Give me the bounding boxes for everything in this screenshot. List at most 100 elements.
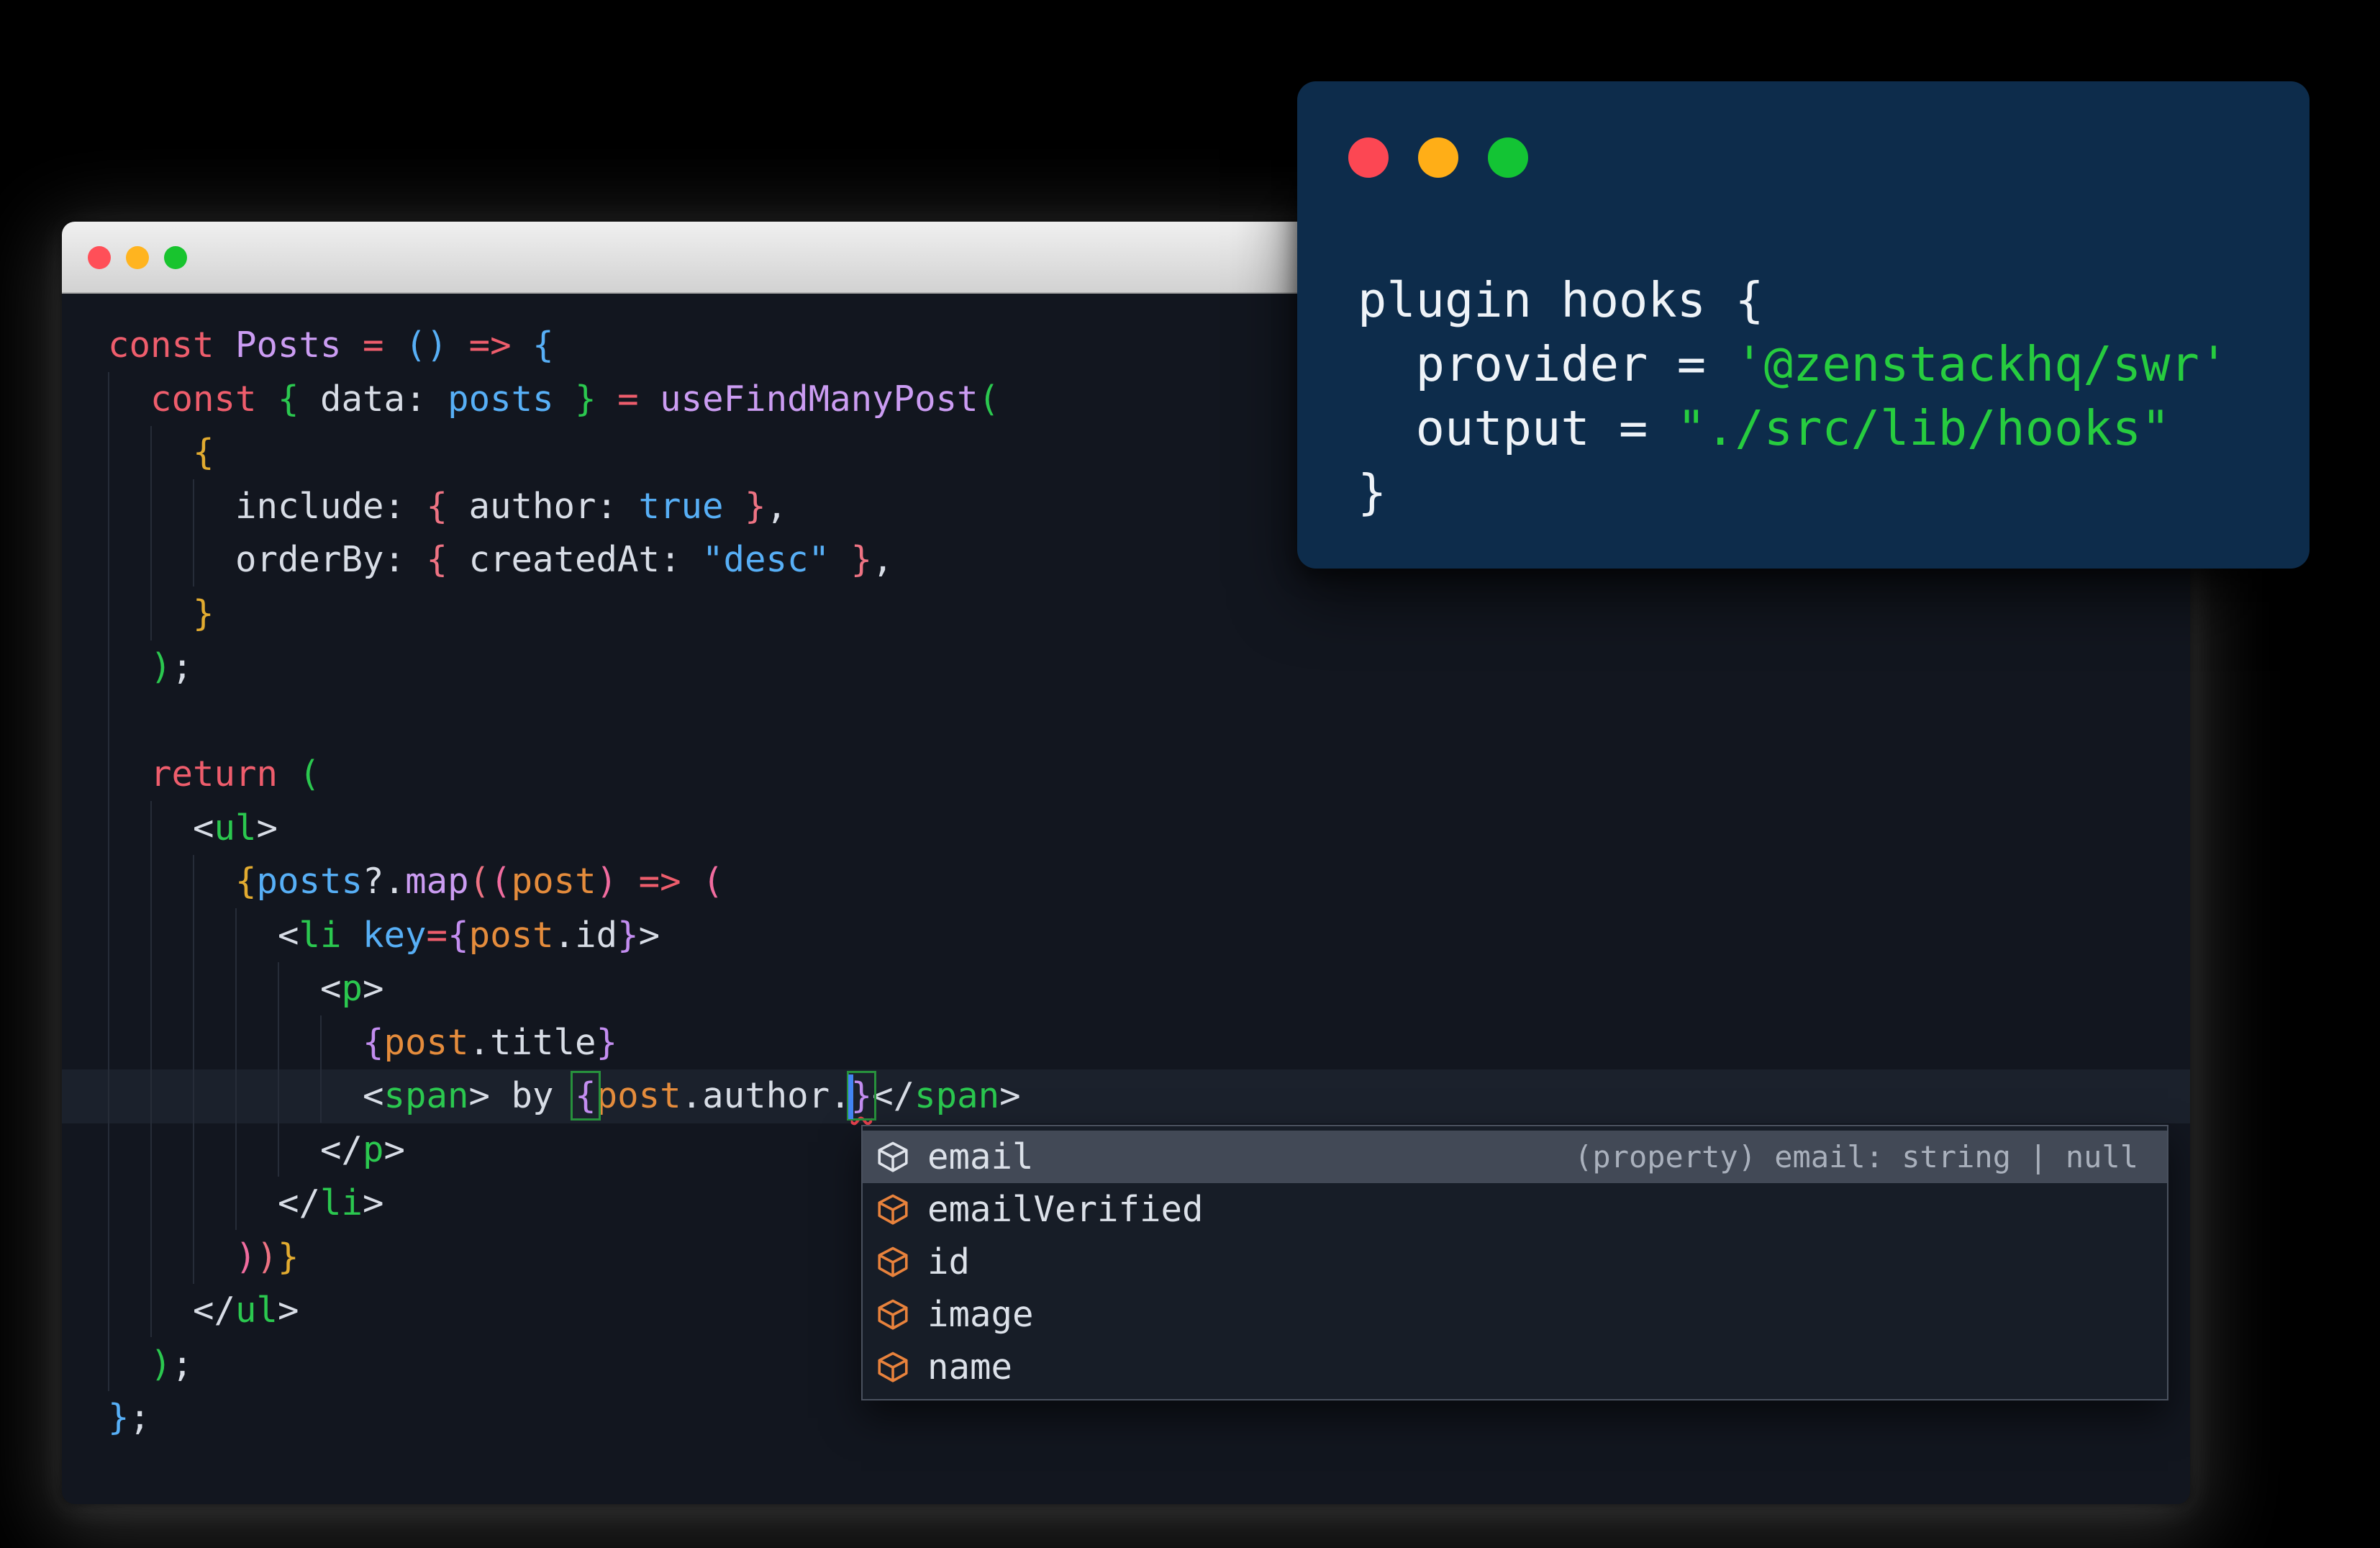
close-button-icon[interactable] xyxy=(1348,137,1389,178)
code-token: true xyxy=(638,485,724,527)
code-line: orderBy: { createdAt: "desc" }, xyxy=(108,533,1021,587)
code-line: const Posts = () => { xyxy=(108,319,1021,373)
code-token: "./src/lib/hooks" xyxy=(1676,400,2171,456)
code-token: </ xyxy=(108,1128,363,1170)
code-token: { xyxy=(426,485,469,527)
minimize-button-icon[interactable] xyxy=(126,246,149,269)
code-token: } xyxy=(1358,464,1387,520)
code-token: map xyxy=(405,861,469,902)
code-token: } xyxy=(193,592,214,634)
code-token: .title xyxy=(468,1021,596,1063)
suggestion-item-name[interactable]: name xyxy=(863,1341,2167,1393)
code-line: } xyxy=(1358,461,2228,525)
suggestion-item-emailVerified[interactable]: emailVerified xyxy=(863,1183,2167,1236)
code-line: } xyxy=(108,587,1021,641)
code-token: => xyxy=(638,861,703,902)
code-token: const xyxy=(150,378,278,420)
code-line: return ( xyxy=(108,748,1021,802)
code-line: const { data: posts } = useFindManyPost( xyxy=(108,373,1021,427)
code-token: { xyxy=(193,432,214,473)
code-line: { xyxy=(108,426,1021,480)
code-token: span xyxy=(914,1075,1000,1116)
suggestion-item-image[interactable]: image xyxy=(863,1288,2167,1341)
code-token: } xyxy=(723,485,766,527)
code-token: } xyxy=(108,1397,130,1438)
suggestion-label: email xyxy=(927,1136,1034,1177)
code-line: <ul> xyxy=(108,802,1021,856)
zoom-button-icon[interactable] xyxy=(1488,137,1528,178)
code-token: data: xyxy=(320,378,448,420)
code-token: p xyxy=(363,1128,384,1170)
suggestion-item-email[interactable]: email (property) email: string | null xyxy=(863,1131,2167,1183)
code-token: ) xyxy=(150,646,172,687)
code-token: > xyxy=(468,1075,512,1116)
code-token: ; xyxy=(171,1343,194,1385)
code-token: ?. xyxy=(363,861,406,902)
plugin-config-window: plugin hooks { provider = '@zenstackhq/s… xyxy=(1297,81,2309,569)
code-token: } xyxy=(575,378,618,420)
code-line: provider = '@zenstackhq/swr' xyxy=(1358,332,2228,397)
code-token: } xyxy=(278,1236,299,1277)
code-token: include: xyxy=(108,485,427,527)
code-token: ( xyxy=(299,753,321,795)
code-token: ; xyxy=(171,646,194,687)
code-token: { xyxy=(426,539,469,580)
code-token: </ xyxy=(872,1075,915,1116)
close-button-icon[interactable] xyxy=(88,246,111,269)
code-token: author: xyxy=(468,485,639,527)
code-token: ( xyxy=(978,378,1000,420)
code-token: useFindManyPost xyxy=(660,378,978,420)
code-token: return xyxy=(150,753,299,795)
code-token: by xyxy=(511,1075,576,1116)
code-token: { xyxy=(448,914,469,956)
code-token: ) xyxy=(235,1236,257,1277)
code-token: createdAt: xyxy=(468,539,703,580)
code-token: > xyxy=(363,968,384,1009)
code-token: ) xyxy=(596,861,618,902)
code-token: < xyxy=(108,807,214,848)
code-token: p xyxy=(341,968,363,1009)
suggestion-label: image xyxy=(927,1294,1034,1335)
code-line: <span> by {post.author.}</span> xyxy=(108,1069,1021,1123)
code-line: {post.title} xyxy=(108,1016,1021,1070)
code-token: ( xyxy=(702,861,724,902)
zoom-button-icon[interactable] xyxy=(164,246,187,269)
code-token: { xyxy=(532,325,554,366)
code-line: output = "./src/lib/hooks" xyxy=(1358,397,2228,461)
code-token: } xyxy=(830,539,873,580)
code-token: = xyxy=(617,378,660,420)
code-token: key xyxy=(363,914,427,956)
code-token: > xyxy=(363,1182,384,1223)
code-token: "desc" xyxy=(702,539,830,580)
code-token: > xyxy=(278,1290,299,1331)
code-token: < xyxy=(108,968,342,1009)
symbol-field-icon xyxy=(878,1352,908,1382)
code-line: plugin hooks { xyxy=(1358,268,2228,332)
code-line: {posts?.map((post) => ( xyxy=(108,855,1021,909)
suggestion-type-hint: (property) email: string | null xyxy=(1574,1139,2138,1174)
code-token: const xyxy=(108,325,236,366)
code-token: Posts xyxy=(235,325,363,366)
code-token: output = xyxy=(1358,400,1677,456)
code-token: </ xyxy=(108,1290,236,1331)
code-token: plugin hooks { xyxy=(1358,272,1764,328)
code-token: > xyxy=(383,1128,406,1170)
code-token: } xyxy=(617,914,639,956)
code-token: } xyxy=(596,1021,618,1063)
minimize-button-icon[interactable] xyxy=(1418,137,1458,178)
suggestion-label: emailVerified xyxy=(927,1189,1204,1230)
code-token: , xyxy=(766,485,788,527)
code-token: ) xyxy=(256,1236,278,1277)
code-token: { xyxy=(571,1071,601,1121)
code-token: ( xyxy=(468,861,491,902)
code-token: post xyxy=(468,914,554,956)
suggestion-item-id[interactable]: id xyxy=(863,1236,2167,1288)
code-token: posts xyxy=(256,861,363,902)
